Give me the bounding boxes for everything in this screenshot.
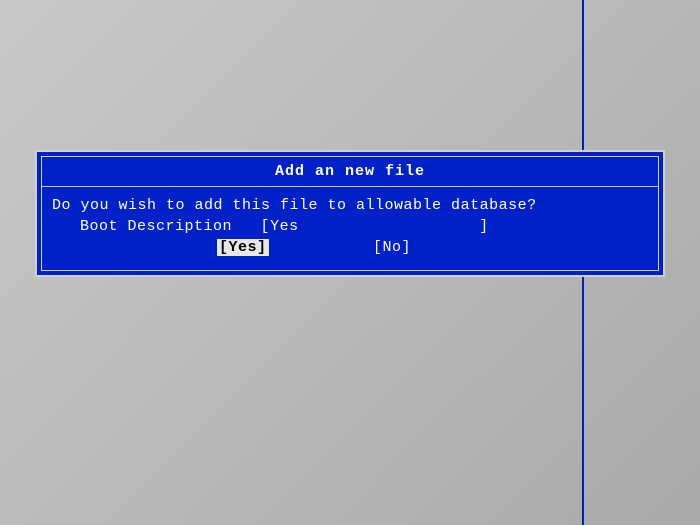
dialog-inner-frame: Add an new file Do you wish to add this … [41, 156, 659, 271]
dialog-title: Add an new file [42, 157, 658, 187]
description-row: Boot Description [Yes ] [52, 216, 648, 237]
dialog-body: Do you wish to add this file to allowabl… [42, 187, 658, 270]
boot-description-input[interactable]: Yes [270, 218, 299, 235]
no-button[interactable]: [No] [373, 239, 411, 256]
prompt-text: Do you wish to add this file to allowabl… [52, 195, 648, 216]
input-open-bracket: [ [261, 218, 271, 235]
buttons-row: [Yes] [No] [52, 237, 648, 258]
yes-button[interactable]: [Yes] [217, 239, 269, 256]
input-close-bracket: ] [479, 218, 489, 235]
dialog-box: Add an new file Do you wish to add this … [35, 150, 665, 277]
field-label: Boot Description [80, 218, 232, 235]
